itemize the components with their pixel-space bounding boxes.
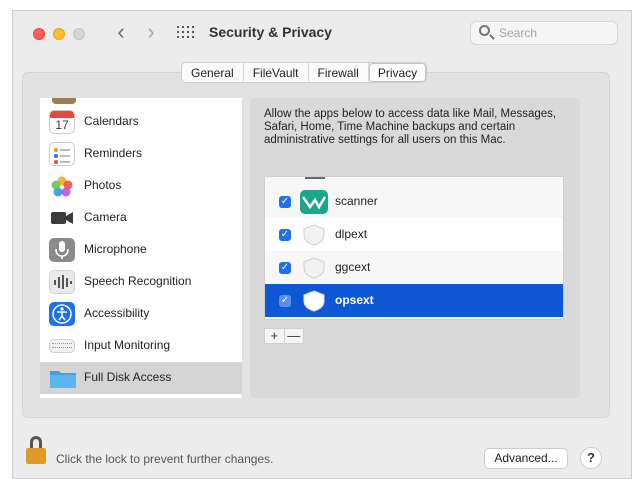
keyboard-icon	[49, 339, 75, 353]
sidebar-item-label: Full Disk Access	[84, 370, 172, 384]
sidebar-item-label: Calendars	[84, 114, 139, 128]
full-disk-access-panel: Allow the apps below to access data like…	[250, 98, 580, 398]
app-row-scanner[interactable]: ✓ scanner	[265, 185, 563, 218]
sidebar-item-label: Speech Recognition	[84, 274, 192, 288]
app-name: dlpext	[335, 227, 368, 241]
tab-filevault[interactable]: FileVault	[244, 63, 309, 82]
checkbox[interactable]: ✓	[279, 262, 291, 274]
sidebar-item-label: Input Monitoring	[84, 338, 171, 352]
photos-icon	[49, 174, 75, 198]
shield-extension-icon	[300, 256, 328, 280]
sidebar-item-label: Photos	[84, 178, 122, 192]
app-name: opsext	[335, 293, 374, 307]
scanner-app-icon	[300, 190, 328, 214]
sidebar-item-accessibility[interactable]: Accessibility	[40, 298, 242, 330]
sidebar-item-input-monitoring[interactable]: Input Monitoring	[40, 330, 242, 362]
sidebar-item-label: Reminders	[84, 146, 143, 160]
checkbox[interactable]: ✓	[279, 229, 291, 241]
microphone-icon	[49, 238, 75, 262]
sidebar-item-label: Accessibility	[84, 306, 150, 320]
tab-bar: General FileVault Firewall Privacy	[181, 62, 428, 83]
sidebar-item-photos[interactable]: Photos	[40, 170, 242, 202]
search-field[interactable]	[470, 21, 618, 45]
app-row-opsext[interactable]: ✓ opsext	[265, 284, 563, 317]
calendar-icon: 17	[49, 110, 75, 134]
sidebar-item-speech-recognition[interactable]: Speech Recognition	[40, 266, 242, 298]
app-row-ggcext[interactable]: ✓ ggcext	[265, 251, 563, 284]
app-row-dlpext[interactable]: ✓ dlpext	[265, 218, 563, 251]
search-input[interactable]	[499, 25, 609, 41]
reminders-icon	[49, 142, 75, 166]
zoom-window-button[interactable]	[73, 28, 85, 40]
close-window-button[interactable]	[33, 28, 45, 40]
advanced-button[interactable]: Advanced...	[484, 448, 568, 469]
sidebar-item-label: Microphone	[84, 242, 147, 256]
app-name: ggcext	[335, 260, 371, 274]
shield-extension-icon	[300, 223, 328, 247]
search-icon	[479, 25, 490, 36]
folder-icon	[49, 366, 76, 390]
sidebar-item-reminders[interactable]: Reminders	[40, 138, 242, 170]
shield-extension-icon	[300, 289, 328, 313]
sidebar-item-microphone[interactable]: Microphone	[40, 234, 242, 266]
tab-general[interactable]: General	[182, 63, 244, 82]
accessibility-icon	[49, 302, 75, 326]
checkbox[interactable]: ✓	[279, 196, 291, 208]
sidebar-item-full-disk-access[interactable]: Full Disk Access	[40, 362, 242, 394]
description-text: Allow the apps below to access data like…	[264, 108, 557, 146]
sidebar-item-label: Camera	[84, 210, 127, 224]
show-all-grid-icon[interactable]	[177, 26, 194, 40]
tab-privacy[interactable]: Privacy	[368, 63, 427, 82]
remove-app-button[interactable]: —	[285, 329, 304, 343]
sidebar-item-calendars[interactable]: 17 Calendars	[40, 106, 242, 138]
sidebar-item-camera[interactable]: Camera	[40, 202, 242, 234]
partial-app-row	[305, 177, 325, 179]
tab-firewall[interactable]: Firewall	[309, 63, 369, 82]
lock-message: Click the lock to prevent further change…	[56, 452, 274, 466]
back-button[interactable]: ‹	[109, 21, 133, 45]
camera-icon	[49, 206, 75, 230]
checkbox[interactable]: ✓	[279, 295, 291, 307]
forward-button[interactable]: ›	[139, 21, 163, 45]
lock-icon[interactable]	[26, 436, 46, 464]
minimize-window-button[interactable]	[53, 28, 65, 40]
app-list[interactable]: ✓ scanner ✓ dlpext ✓ ggcext ✓ opsext	[264, 176, 564, 320]
window-title: Security & Privacy	[209, 24, 332, 40]
titlebar: ‹ › Security & Privacy	[13, 11, 631, 57]
speech-recognition-icon	[49, 270, 75, 294]
app-name: scanner	[335, 194, 378, 208]
add-app-button[interactable]: +	[265, 329, 285, 343]
privacy-category-list[interactable]: 17 Calendars Reminders Photos Camera Mic…	[40, 98, 242, 398]
partial-sidebar-icon	[52, 98, 76, 104]
help-button[interactable]: ?	[580, 447, 602, 469]
add-remove-control: + —	[264, 328, 304, 344]
